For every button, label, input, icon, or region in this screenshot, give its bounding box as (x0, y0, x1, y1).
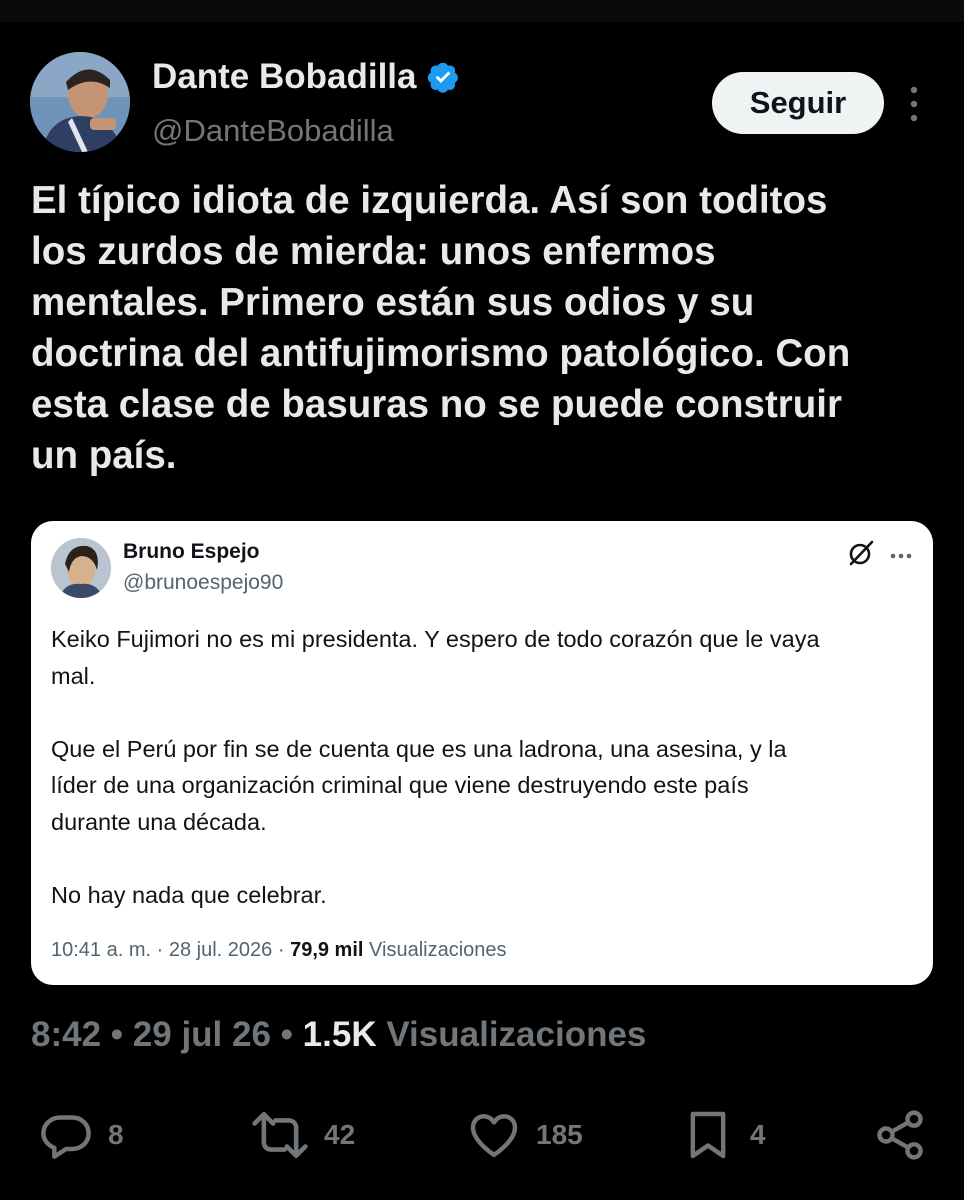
quoted-author-name[interactable]: Bruno Espejo (123, 540, 260, 564)
bookmark-icon (690, 1111, 726, 1159)
author-avatar[interactable] (30, 52, 130, 152)
quoted-more-icon[interactable] (889, 547, 913, 559)
tweet-date[interactable]: 29 jul 26 (133, 1015, 271, 1054)
bookmark-button[interactable]: 4 (680, 1100, 766, 1170)
grok-icon[interactable] (847, 539, 875, 567)
follow-button[interactable]: Seguir (712, 72, 884, 134)
quoted-tweet-meta: 10:41 a. m. · 28 jul. 2026 · 79,9 mil Vi… (51, 939, 507, 962)
like-button[interactable]: 185 (466, 1100, 583, 1170)
author-handle[interactable]: @DanteBobadilla (152, 113, 394, 149)
quoted-views-count: 79,9 mil (290, 939, 364, 961)
meta-separator: · (277, 939, 285, 961)
top-bar (0, 0, 964, 22)
like-count: 185 (536, 1119, 583, 1150)
quoted-views-label: Visualizaciones (369, 939, 507, 961)
quoted-author-avatar[interactable] (51, 538, 111, 598)
views-label: Visualizaciones (386, 1015, 647, 1054)
views-count: 1.5K (302, 1015, 377, 1054)
share-icon (877, 1110, 923, 1160)
author-name[interactable]: Dante Bobadilla (152, 57, 460, 97)
verified-badge-icon (426, 60, 460, 94)
meta-separator: • (280, 1015, 293, 1054)
quoted-date: 28 jul. 2026 (168, 939, 273, 961)
quoted-author-handle[interactable]: @brunoespejo90 (123, 571, 283, 595)
repost-icon (252, 1111, 308, 1159)
more-options-icon[interactable] (902, 84, 926, 124)
repost-count: 42 (324, 1119, 356, 1150)
repost-button[interactable]: 42 (250, 1100, 355, 1170)
quoted-tweet-text: Keiko Fujimori no es mi presidenta. Y es… (51, 626, 820, 908)
quoted-time: 10:41 a. m. (51, 939, 152, 961)
reply-icon (41, 1115, 91, 1159)
author-name-text[interactable]: Dante Bobadilla (152, 57, 416, 97)
meta-separator: · (156, 939, 164, 961)
tweet-timestamp: 8:42 • 29 jul 26 • 1.5K Visualizaciones (31, 1015, 646, 1055)
reply-button[interactable]: 8 (38, 1100, 124, 1170)
tweet-text: El típico idiota de izquierda. Así son t… (31, 179, 851, 477)
action-bar: 8 42 185 4 (0, 1100, 964, 1170)
heart-icon (470, 1114, 518, 1158)
bookmark-count: 4 (750, 1119, 766, 1150)
meta-separator: • (110, 1015, 124, 1054)
reply-count: 8 (108, 1119, 124, 1150)
tweet-time[interactable]: 8:42 (31, 1015, 101, 1054)
quoted-tweet-card[interactable]: Bruno Espejo @brunoespejo90 Keiko Fujimo… (31, 521, 933, 985)
share-button[interactable] (872, 1100, 928, 1170)
